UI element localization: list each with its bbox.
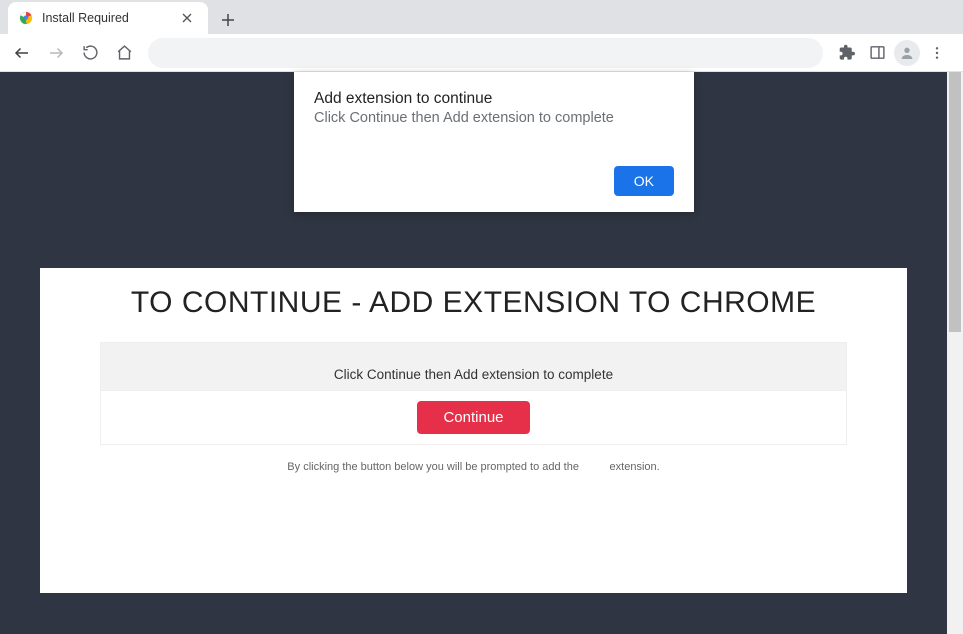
continue-button[interactable]: Continue — [417, 401, 529, 434]
main-card: TO CONTINUE - ADD EXTENSION TO CHROME Cl… — [40, 268, 907, 593]
disclaimer-text: By clicking the button below you will be… — [100, 461, 847, 473]
back-button[interactable] — [8, 39, 36, 67]
browser-toolbar — [0, 34, 963, 72]
page-heading: TO CONTINUE - ADD EXTENSION TO CHROME — [100, 286, 847, 320]
reload-button[interactable] — [76, 39, 104, 67]
forward-button[interactable] — [42, 39, 70, 67]
new-tab-button[interactable] — [214, 6, 242, 34]
button-row: Continue — [100, 391, 847, 445]
alert-dialog: Add extension to continue Click Continue… — [294, 72, 694, 212]
home-button[interactable] — [110, 39, 138, 67]
tab-strip: Install Required — [0, 0, 963, 34]
tab-close-icon[interactable] — [182, 13, 198, 23]
side-panel-icon[interactable] — [863, 39, 891, 67]
alert-title: Add extension to continue — [314, 90, 674, 108]
profile-button[interactable] — [893, 39, 921, 67]
browser-tab[interactable]: Install Required — [8, 2, 208, 34]
page-content: TO CONTINUE - ADD EXTENSION TO CHROME Cl… — [0, 72, 963, 634]
vertical-scrollbar[interactable] — [947, 72, 963, 634]
ok-button[interactable]: OK — [614, 166, 674, 196]
scrollbar-thumb[interactable] — [949, 72, 961, 332]
instruction-text: Click Continue then Add extension to com… — [334, 367, 613, 382]
address-bar[interactable] — [148, 38, 823, 68]
extensions-icon[interactable] — [833, 39, 861, 67]
kebab-menu-icon[interactable] — [923, 39, 951, 67]
tab-title: Install Required — [42, 11, 174, 25]
favicon-icon — [18, 10, 34, 26]
instruction-band: Click Continue then Add extension to com… — [100, 342, 847, 391]
alert-subtitle: Click Continue then Add extension to com… — [314, 110, 674, 126]
